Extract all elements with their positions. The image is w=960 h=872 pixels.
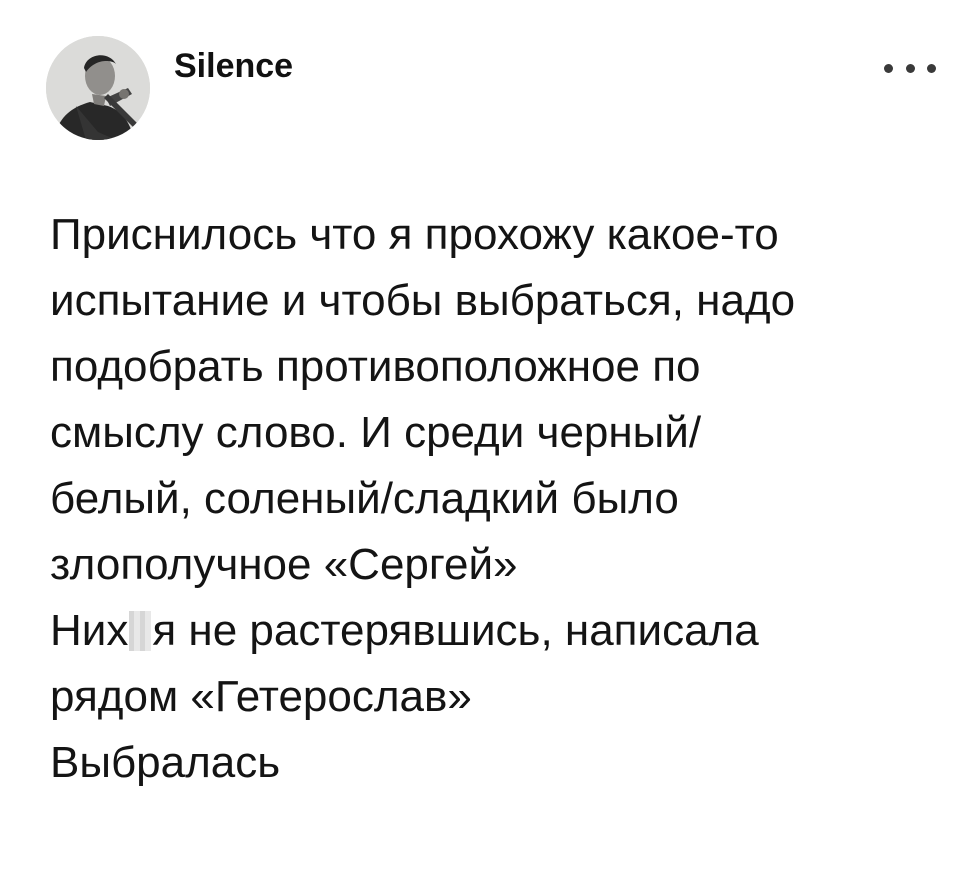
post-text: Приснилось что я прохожу какое-то испыта…	[50, 202, 930, 796]
ellipsis-icon	[884, 63, 893, 73]
post-text-line: Выбралась	[50, 738, 281, 787]
post-text-fragment: я не растерявшись, написала	[152, 606, 759, 655]
post-text-line: злополучное «Сергей»	[50, 540, 518, 589]
ellipsis-icon	[927, 63, 936, 73]
post-text-line: рядом «Гетерослав»	[50, 672, 472, 721]
post-text-line: белый, соленый/сладкий было	[50, 474, 679, 523]
post-text-line: подобрать противоположное по	[50, 342, 701, 391]
ellipsis-icon	[905, 63, 915, 73]
more-options-button[interactable]	[884, 54, 936, 82]
author-name[interactable]: Silence	[174, 46, 293, 86]
post-text-line-censored: Них я не растерявшись, написала	[50, 598, 930, 664]
post-text-line: Приснилось что я прохожу какое-то	[50, 210, 779, 259]
post-card: Silence Приснилось что я прохожу какое-т…	[0, 0, 960, 872]
post-text-fragment: Них	[50, 606, 129, 655]
post-text-line: смыслу слово. И среди черный/	[50, 408, 702, 457]
avatar[interactable]	[46, 36, 150, 140]
post-header: Silence	[46, 36, 936, 140]
censor-blur	[129, 611, 152, 651]
post-text-line: испытание и чтобы выбраться, надо	[50, 276, 796, 325]
avatar-photo	[46, 36, 150, 140]
